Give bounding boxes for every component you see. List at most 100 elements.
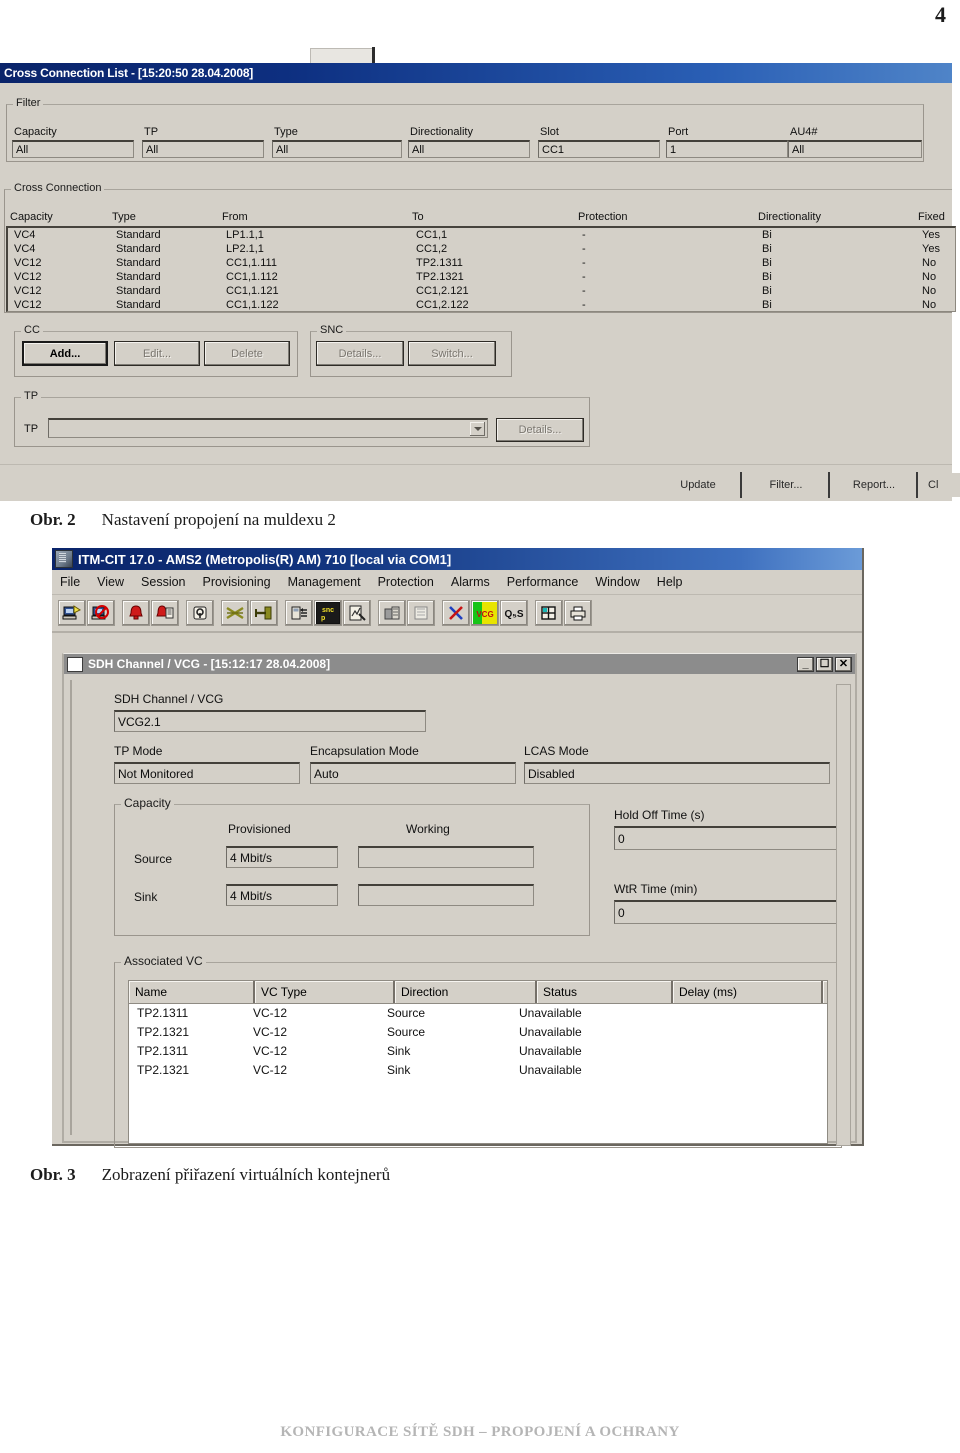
table-row[interactable]: VC12 Standard CC1,1.121 CC1,2.121 - Bi No [8,284,955,298]
qos-icon[interactable]: Q₅S [500,600,528,626]
equipment-icon[interactable] [285,600,313,626]
capacity-col-provisioned: Provisioned [228,822,291,836]
avc-col-name[interactable]: Name [129,981,255,1003]
lcas-mode-input[interactable]: Disabled [524,762,830,784]
application-icon [55,550,73,568]
vertical-scrollbar[interactable] [836,684,851,1146]
sink-working-input[interactable] [358,884,534,906]
filter-label-au4: AU4# [790,126,818,138]
filter-input-tp[interactable]: All [142,140,264,158]
document-icon [67,656,83,672]
grid-icon[interactable] [535,600,563,626]
cc-cell-fixed: No [922,271,937,283]
table-row[interactable]: TP2.1311 VC-12 Source Unavailable [129,1004,827,1023]
source-provisioned-input[interactable]: 4 Mbit/s [226,846,338,868]
filter-button[interactable]: Filter... [748,473,824,497]
add-button[interactable]: Add... [22,341,108,366]
alarm-bell-icon[interactable] [122,600,150,626]
sdh-channel-input[interactable]: VCG2.1 [114,710,426,732]
hold-off-time-input[interactable]: 0 [614,826,842,850]
filter-input-capacity[interactable]: All [12,140,134,158]
edit-button[interactable]: Edit... [114,341,200,366]
table-row[interactable]: VC12 Standard CC1,1.112 TP2.1321 - Bi No [8,270,955,284]
minimize-button[interactable]: _ [797,656,814,672]
toolbar-group-crossconnect [221,600,279,626]
associated-vc-table[interactable]: TP2.1311 VC-12 Source Unavailable TP2.1321 VC… [128,1004,828,1144]
avc-col-direction[interactable]: Direction [395,981,537,1003]
encapsulation-mode-input[interactable]: Auto [310,762,516,784]
menu-alarms[interactable]: Alarms [451,575,490,589]
table-row[interactable]: TP2.1321 VC-12 Source Unavailable [129,1023,827,1042]
svg-text:Q₅S: Q₅S [504,609,523,620]
maximize-button[interactable]: ☐ [816,656,833,672]
table-row[interactable]: VC12 Standard CC1,1.122 CC1,2.122 - Bi No [8,298,955,311]
report-button[interactable]: Report... [836,473,912,497]
print-icon[interactable] [564,600,592,626]
delete-button[interactable]: Delete [204,341,290,366]
sdh-channel-label: SDH Channel / VCG [114,692,224,706]
tp-details-button[interactable]: Details... [496,418,584,442]
table-row[interactable]: VC4 Standard LP1.1,1 CC1,1 - Bi Yes [8,228,955,242]
capacity-groupbox: Capacity [114,797,590,936]
avc-col-status[interactable]: Status [537,981,673,1003]
snc-details-button[interactable]: Details... [316,341,404,366]
vcg-icon[interactable]: VCG [471,600,499,626]
chevron-down-icon[interactable] [470,422,485,436]
menu-performance[interactable]: Performance [507,575,579,589]
cross-connection-group-label: Cross Connection [11,182,105,194]
tp-mode-input[interactable]: Not Monitored [114,762,300,784]
menu-protection[interactable]: Protection [378,575,434,589]
cross-connect-icon[interactable] [221,600,249,626]
delete-x-icon[interactable] [442,600,470,626]
avc-col-blank[interactable] [823,981,827,1003]
toolbar-group-security [186,600,215,626]
no-workstation-icon[interactable] [87,600,115,626]
figure1-caption: Obr. 2 Nastavení propojení na muldexu 2 [30,510,336,530]
hold-off-time-label: Hold Off Time (s) [614,808,705,822]
snc-p-icon[interactable]: snc p [314,600,342,626]
workstation-icon[interactable] [58,600,86,626]
snc-switch-button[interactable]: Switch... [408,341,496,366]
close-button[interactable]: Cl [922,473,960,497]
security-lock-icon[interactable] [186,600,214,626]
filter-input-slot[interactable]: CC1 [538,140,660,158]
filter-input-au4[interactable]: All [788,140,922,158]
cc-cell-directionality: Bi [762,285,772,297]
menu-management[interactable]: Management [288,575,361,589]
table-row[interactable]: VC12 Standard CC1,1.111 TP2.1311 - Bi No [8,256,955,270]
tp-combobox[interactable] [48,418,488,438]
menu-help[interactable]: Help [657,575,683,589]
filter-input-directionality[interactable]: All [408,140,530,158]
rack-front-icon[interactable] [378,600,406,626]
cc-cell-type: Standard [116,271,161,283]
menu-view[interactable]: View [97,575,124,589]
table-row[interactable]: TP2.1311 VC-12 Sink Unavailable [129,1042,827,1061]
alarm-log-icon[interactable] [151,600,179,626]
filter-input-type[interactable]: All [272,140,402,158]
cc-col-capacity: Capacity [10,211,53,223]
table-row[interactable]: VC4 Standard LP2.1,1 CC1,2 - Bi Yes [8,242,955,256]
rack-back-icon[interactable] [407,600,435,626]
source-working-input[interactable] [358,846,534,868]
menu-file[interactable]: File [60,575,80,589]
avc-col-delay[interactable]: Delay (ms) [673,981,823,1003]
menu-session[interactable]: Session [141,575,185,589]
sink-provisioned-input[interactable]: 4 Mbit/s [226,884,338,906]
avc-col-vctype[interactable]: VC Type [255,981,395,1003]
cc-cell-from: CC1,1.112 [226,271,278,283]
close-window-button[interactable]: ✕ [835,656,852,672]
terminate-icon[interactable] [250,600,278,626]
wtr-time-input[interactable]: 0 [614,900,842,924]
filter-input-port[interactable]: 1 [666,140,788,158]
avc-cell-status: Unavailable [519,1063,582,1077]
cross-connection-table[interactable]: VC4 Standard LP1.1,1 CC1,1 - Bi Yes VC4 Standard… [6,226,956,312]
menu-window[interactable]: Window [595,575,639,589]
table-row[interactable]: TP2.1321 VC-12 Sink Unavailable [129,1061,827,1080]
cc-col-from: From [222,211,248,223]
menu-provisioning[interactable]: Provisioning [203,575,271,589]
update-button[interactable]: Update [660,473,736,497]
window-titlebar: Cross Connection List - [15:20:50 28.04.… [0,63,952,83]
performance-icon[interactable] [343,600,371,626]
avc-cell-name: TP2.1321 [137,1063,190,1077]
cc-cell-type: Standard [116,285,161,297]
